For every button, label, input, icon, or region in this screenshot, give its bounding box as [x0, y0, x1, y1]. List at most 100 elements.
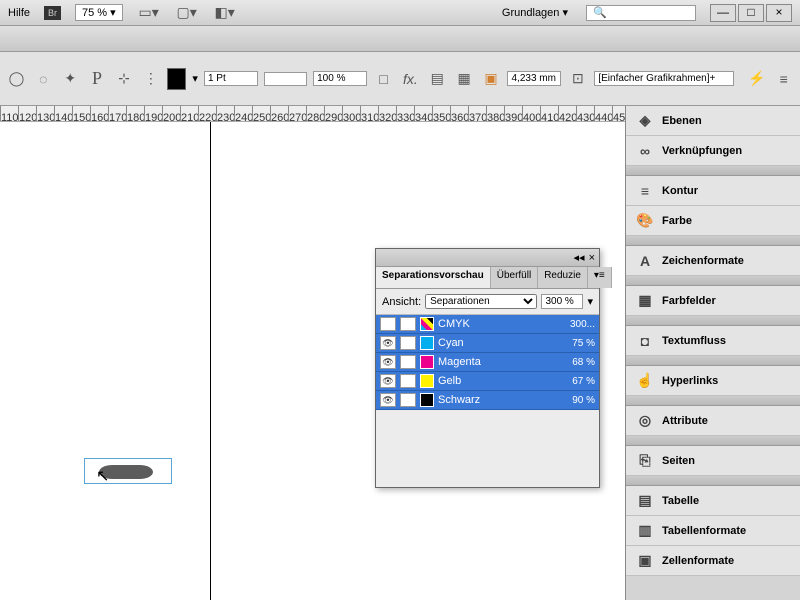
distribute-icon[interactable]: ⋮ [140, 68, 161, 90]
right-panel-dock: ◈Ebenen ∞ Verknüpfungen ≡Kontur 🎨 Farbe AZeich… [625, 106, 800, 600]
collapse-icon[interactable]: ◂◂ [574, 251, 585, 264]
ink-name: Magenta [438, 356, 568, 368]
close-icon[interactable]: × [589, 252, 595, 264]
ansicht-label: Ansicht: [382, 296, 421, 308]
text-wrap-icon[interactable]: ▤ [427, 68, 448, 90]
star-tool-icon[interactable]: ✦ [60, 68, 81, 90]
horizontal-ruler: 1101201301401501601701801902002102202302… [0, 106, 625, 122]
visibility-toggle[interactable]: 👁 [380, 355, 396, 369]
document-tabs-bar [0, 26, 800, 52]
panel-item-farbe[interactable]: 🎨 Farbe [626, 206, 800, 236]
maximize-button[interactable]: □ [738, 4, 764, 22]
ink-limit-input[interactable] [541, 294, 583, 309]
stroke-style-icon[interactable] [264, 72, 307, 86]
visibility-toggle[interactable]: 👁 [380, 336, 396, 350]
fx-icon[interactable]: fx. [400, 68, 421, 90]
color-swatch [420, 374, 434, 388]
width-input[interactable] [507, 71, 561, 86]
panel-item-textumfluss[interactable]: ◘Textumfluss [626, 326, 800, 356]
align-icon[interactable]: ⊹ [114, 68, 135, 90]
panel-item-seiten[interactable]: ⎘Seiten [626, 446, 800, 476]
search-input[interactable] [586, 5, 696, 21]
tabellenformate-icon: ▥ [636, 522, 654, 540]
workspace-dropdown[interactable]: Grundlagen ▾ [498, 4, 572, 21]
view-dropdown[interactable]: Separationen [425, 294, 537, 309]
separation-row-cmyk[interactable]: CMYK300... [376, 315, 599, 334]
panel-item-kontur[interactable]: ≡Kontur [626, 176, 800, 206]
panel-item-zeichenformate[interactable]: AZeichenformate [626, 246, 800, 276]
panel-controls: Ansicht: Separationen ▾ [376, 289, 599, 315]
panel-titlebar[interactable]: ◂◂ × [376, 249, 599, 267]
panel-label: Farbe [662, 215, 692, 227]
panel-label: Verknüpfungen [662, 145, 742, 157]
panel-label: Tabellenformate [662, 525, 746, 537]
help-menu[interactable]: Hilfe [8, 7, 30, 19]
opacity-input[interactable] [313, 71, 367, 86]
paragraph-icon[interactable]: P [87, 68, 108, 90]
screen-mode-icon[interactable]: ▢▾ [175, 2, 199, 24]
ink-value: 300... [570, 319, 595, 330]
color-swatch [420, 393, 434, 407]
panel-item-zellenformate[interactable]: ▣Zellenformate [626, 546, 800, 576]
selected-graphic-frame[interactable] [84, 458, 172, 484]
dropdown-icon[interactable]: ▾ [587, 295, 593, 308]
visibility-toggle[interactable] [380, 317, 396, 331]
close-button[interactable]: × [766, 4, 792, 22]
color-swatch [420, 336, 434, 350]
bridge-icon[interactable]: Br [44, 6, 61, 20]
zoom-dropdown[interactable]: 75 % ▾ [75, 4, 123, 21]
placeholder-box [400, 336, 416, 350]
panel-item-attribute[interactable]: ◎Attribute [626, 406, 800, 436]
fill-color-swatch[interactable] [167, 68, 186, 90]
placeholder-box [400, 374, 416, 388]
effects-icon[interactable]: □ [373, 68, 394, 90]
frame-fit-icon[interactable]: ▣ [481, 68, 502, 90]
panel-item-verknüpfungen[interactable]: ∞ Verknüpfungen [626, 136, 800, 166]
panel-label: Zeichenformate [662, 255, 744, 267]
visibility-toggle[interactable]: 👁 [380, 393, 396, 407]
constrain-icon[interactable]: ⊡ [567, 68, 588, 90]
separation-row-gelb[interactable]: 👁Gelb67 % [376, 372, 599, 391]
verknüpfungen-icon: ∞ [636, 142, 654, 160]
shape-tool-icon[interactable]: ◯ [6, 68, 27, 90]
minimize-button[interactable]: — [710, 4, 736, 22]
panel-label: Textumfluss [662, 335, 726, 347]
tab-separations[interactable]: Separationsvorschau [376, 267, 491, 288]
farbe-icon: 🎨 [636, 212, 654, 230]
ink-value: 75 % [572, 338, 595, 349]
quick-apply-icon[interactable]: ⚡ [746, 68, 767, 90]
separation-row-cyan[interactable]: 👁 Cyan 75 % [376, 334, 599, 353]
color-swatch [420, 355, 434, 369]
panel-item-tabellenformate[interactable]: ▥ Tabellenformate [626, 516, 800, 546]
visibility-toggle[interactable]: 👁 [380, 374, 396, 388]
ink-name: Schwarz [438, 394, 568, 406]
farbfelder-icon: ▦ [636, 292, 654, 310]
fill-dropdown-icon[interactable]: ▾ [192, 72, 198, 85]
zellenformate-icon: ▣ [636, 552, 654, 570]
ink-value: 68 % [572, 357, 595, 368]
tab-trap[interactable]: Überfüll [491, 267, 538, 288]
panel-item-ebenen[interactable]: ◈Ebenen [626, 106, 800, 136]
tabelle-icon: ▤ [636, 492, 654, 510]
placeholder-box [400, 393, 416, 407]
placeholder-box [400, 317, 416, 331]
object-style-dropdown[interactable] [594, 71, 734, 86]
placeholder-box [400, 355, 416, 369]
separation-row-magenta[interactable]: 👁 Magenta 68 % [376, 353, 599, 372]
separation-row-schwarz[interactable]: 👁Schwarz90 % [376, 391, 599, 410]
tab-flatten[interactable]: Reduzie [538, 267, 588, 288]
text-wrap-icon-2[interactable]: ▦ [454, 68, 475, 90]
panel-label: Ebenen [662, 115, 702, 127]
panel-item-tabelle[interactable]: ▤Tabelle [626, 486, 800, 516]
panel-item-hyperlinks[interactable]: ☝Hyperlinks [626, 366, 800, 396]
ink-value: 67 % [572, 376, 595, 387]
ink-name: Cyan [438, 337, 568, 349]
panel-menu-icon[interactable]: ▾≡ [588, 267, 612, 288]
panel-item-farbfelder[interactable]: ▦Farbfelder [626, 286, 800, 316]
shape-tool-icon-2[interactable]: ◌ [33, 68, 54, 90]
separations-preview-panel[interactable]: ◂◂ × Separationsvorschau Überfüll Reduzi… [375, 248, 600, 488]
panel-menu-icon[interactable]: ≡ [773, 68, 794, 90]
view-mode-icon[interactable]: ▭▾ [137, 2, 161, 24]
stroke-weight-input[interactable] [204, 71, 258, 86]
arrange-icon[interactable]: ◧▾ [213, 2, 237, 24]
